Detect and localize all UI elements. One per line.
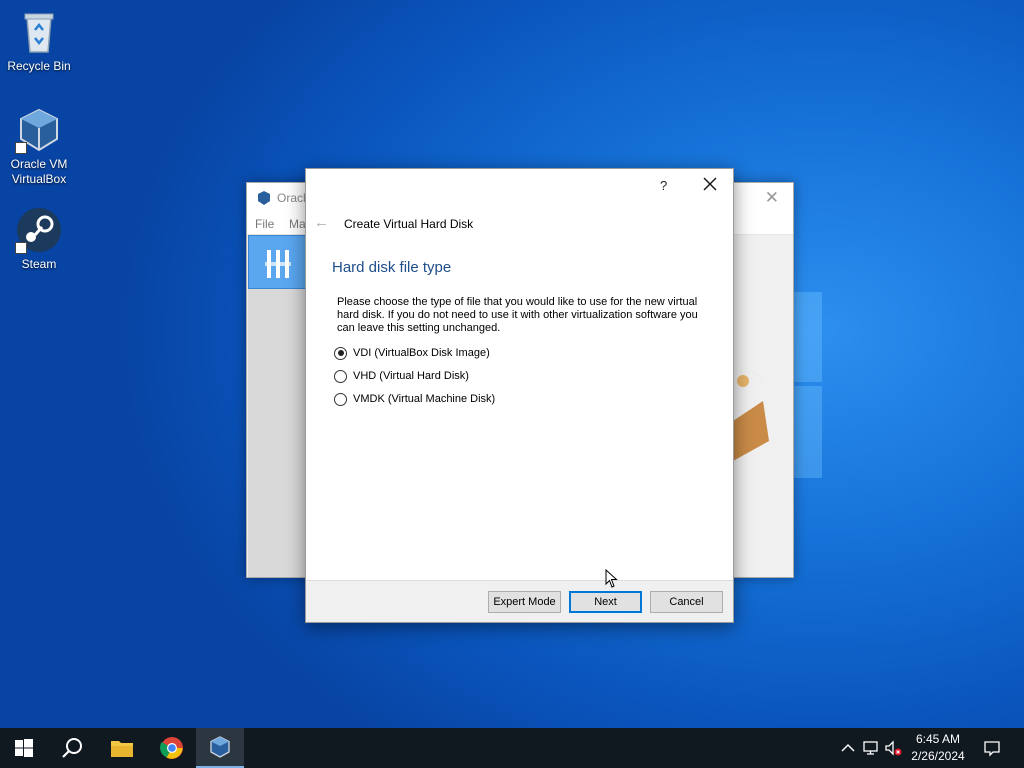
virtualbox-icon	[15, 106, 63, 154]
close-icon[interactable]: ✕	[765, 188, 779, 208]
desktop-icon-label: Recycle Bin	[7, 59, 71, 73]
virtualbox-icon	[256, 190, 272, 206]
page-heading: Hard disk file type	[332, 259, 452, 276]
back-arrow-icon[interactable]: ←	[314, 214, 329, 231]
search-button[interactable]	[48, 728, 96, 768]
virtualbox-taskbar-button[interactable]	[196, 728, 244, 768]
option-vmdk[interactable]: VMDK (Virtual Machine Disk)	[334, 391, 495, 407]
option-label: VHD (Virtual Hard Disk)	[353, 370, 469, 382]
steam-icon	[15, 206, 63, 254]
tools-item[interactable]	[248, 235, 308, 289]
clock-date: 2/26/2024	[911, 749, 965, 763]
chevron-up-icon[interactable]	[839, 739, 857, 757]
machine-list	[248, 289, 308, 577]
radio-button[interactable]	[334, 346, 347, 360]
desktop-icon-recycle-bin[interactable]: Recycle Bin	[2, 8, 76, 74]
menu-machine[interactable]: Ma	[289, 217, 306, 231]
desktop-icon-virtualbox[interactable]: Oracle VM VirtualBox	[2, 106, 76, 187]
toolbox-illustration-icon	[733, 369, 769, 461]
mouse-cursor-icon	[605, 569, 618, 588]
radio-button[interactable]	[334, 369, 347, 383]
option-label: VDI (VirtualBox Disk Image)	[353, 347, 490, 359]
shortcut-arrow-icon	[15, 242, 27, 254]
start-button[interactable]	[0, 728, 48, 768]
cancel-button[interactable]: Cancel	[650, 591, 723, 613]
file-explorer-button[interactable]	[98, 728, 146, 768]
notification-icon[interactable]	[983, 739, 1001, 757]
network-icon[interactable]	[862, 739, 880, 757]
radio-button[interactable]	[334, 392, 347, 406]
desktop-icon-label: Oracle VM VirtualBox	[10, 157, 68, 186]
start-icon	[15, 739, 33, 757]
desktop-icon-steam[interactable]: Steam	[2, 206, 76, 272]
shortcut-arrow-icon	[15, 142, 27, 154]
file-explorer-icon	[111, 741, 133, 757]
dialog-footer: Expert Mode Next Cancel	[306, 580, 733, 622]
help-button[interactable]: ?	[660, 178, 667, 193]
menu-file[interactable]: File	[255, 217, 274, 231]
create-virtual-hard-disk-dialog: ? ← Create Virtual Hard Disk Hard disk f…	[305, 168, 734, 623]
chrome-button[interactable]	[148, 728, 196, 768]
page-description: Please choose the type of file that you …	[337, 296, 698, 334]
option-label: VMDK (Virtual Machine Disk)	[353, 393, 496, 405]
taskbar: 6:45 AM 2/26/2024	[0, 728, 1024, 768]
wallpaper-logo-beam	[794, 386, 822, 478]
clock-time: 6:45 AM	[915, 732, 961, 746]
option-vdi[interactable]: VDI (VirtualBox Disk Image)	[334, 345, 490, 361]
option-vhd[interactable]: VHD (Virtual Hard Disk)	[334, 368, 469, 384]
search-icon	[62, 738, 82, 758]
close-icon[interactable]	[702, 176, 718, 192]
wallpaper-logo-beam	[794, 292, 822, 382]
expert-mode-button[interactable]: Expert Mode	[488, 591, 561, 613]
tools-icon	[265, 250, 291, 278]
desktop-icon-label: Steam	[21, 257, 57, 271]
system-clock[interactable]: 6:45 AM 2/26/2024	[898, 731, 978, 765]
dialog-title: Create Virtual Hard Disk	[344, 217, 474, 231]
virtualbox-icon	[210, 736, 230, 758]
recycle-bin-icon	[15, 8, 63, 56]
chrome-icon	[160, 737, 183, 759]
next-button[interactable]: Next	[569, 591, 642, 613]
